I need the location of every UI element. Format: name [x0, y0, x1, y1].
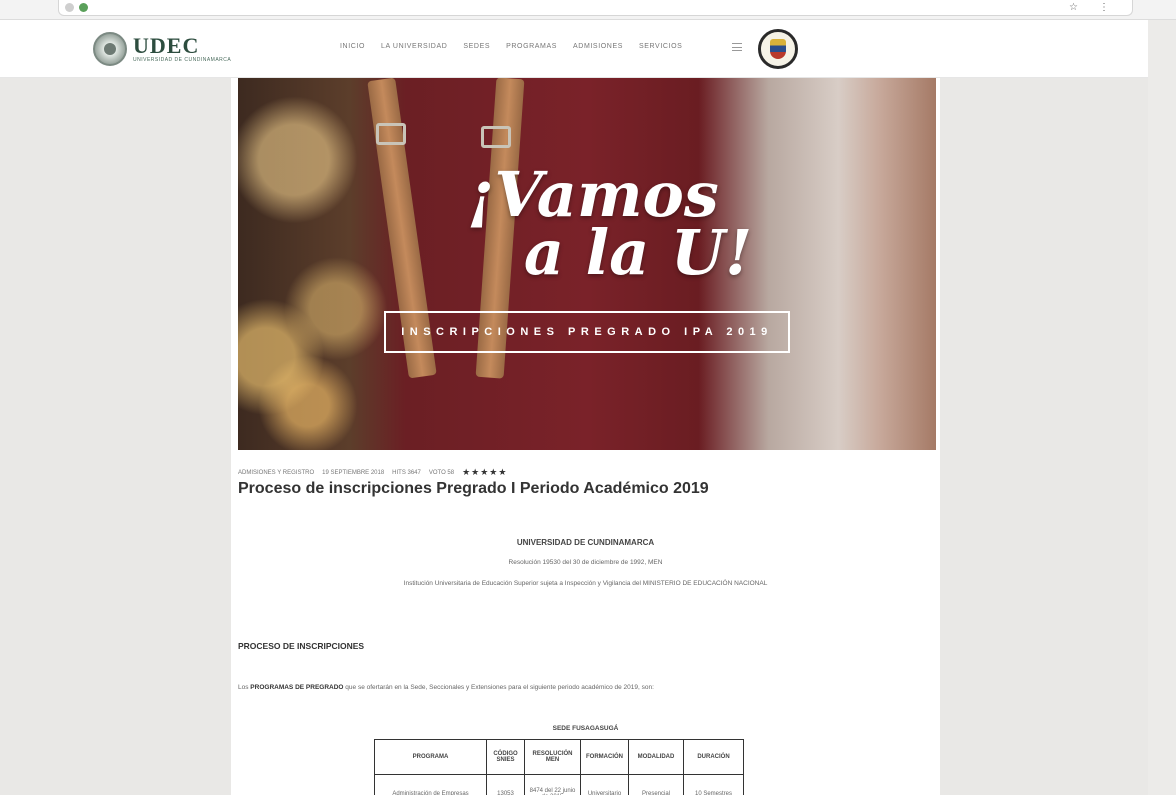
article: ¡Vamos a la U! INSCRIPCIONES PREGRADO IP… [231, 78, 940, 795]
table-row: Administración de Empresas 13053 8474 de… [374, 774, 744, 795]
table-header: DURACIÓN [683, 739, 744, 775]
post-meta: ADMISIONES Y REGISTRO 19 SEPTIEMBRE 2018… [238, 467, 507, 478]
rating-stars[interactable]: ★★★★★ [462, 467, 507, 478]
post-hits: HITS 3647 [392, 469, 421, 476]
intro-suffix: que se ofertarán en la Sede, Seccionales… [345, 684, 654, 691]
hero-banner-text: INSCRIPCIONES PREGRADO IPA 2019 [401, 326, 773, 338]
post-votes: VOTO 58 [428, 469, 455, 476]
page-background-right [1148, 20, 1176, 795]
main-nav: INICIO LA UNIVERSIDAD SEDES PROGRAMAS AD… [340, 43, 682, 50]
table-cell: Presencial [628, 774, 684, 795]
logo-title: UDEC [133, 33, 200, 58]
table-cell: Administración de Empresas [374, 774, 487, 795]
lock-icon [79, 3, 88, 12]
star-icon[interactable]: ☆ [1069, 2, 1078, 13]
table-header: CÓDIGO SNIES [486, 739, 525, 775]
table-header: PROGRAMA [374, 739, 487, 775]
intro-prefix: Los [238, 684, 249, 691]
institution-text: Institución Universitaria de Educación S… [403, 580, 768, 587]
programs-table: PROGRAMA CÓDIGO SNIES RESOLUCIÓN MEN FOR… [374, 739, 744, 795]
buckle [376, 123, 406, 145]
nav-item-inicio[interactable]: INICIO [340, 43, 365, 50]
nav-item-la-universidad[interactable]: LA UNIVERSIDAD [381, 43, 447, 50]
udec-seal-icon [93, 32, 127, 66]
post-date: 19 SEPTIEMBRE 2018 [322, 469, 385, 476]
buckle [481, 126, 511, 148]
udec-logo[interactable]: UDEC UNIVERSIDAD DE CUNDINAMARCA [93, 28, 231, 70]
table-header: MODALIDAD [628, 739, 684, 775]
hero-image: ¡Vamos a la U! INSCRIPCIONES PREGRADO IP… [238, 78, 936, 450]
menu-icon[interactable]: ⋮ [1099, 2, 1109, 13]
table-cell: 10 Semestres [683, 774, 744, 795]
resolution-text: Resolución 19530 del 30 de diciembre de … [508, 559, 663, 566]
intro-text: Los PROGRAMAS DE PREGRADO que se ofertar… [238, 684, 654, 691]
browser-toolbar: ☆ ⋮ [0, 0, 1176, 20]
table-cell: Universitario [580, 774, 629, 795]
nav-item-servicios[interactable]: SERVICIOS [639, 43, 682, 50]
hero-banner: INSCRIPCIONES PREGRADO IPA 2019 [384, 311, 790, 353]
site-header: UDEC UNIVERSIDAD DE CUNDINAMARCA INICIO … [0, 20, 1148, 78]
hamburger-icon[interactable] [732, 43, 742, 51]
address-bar[interactable]: ☆ ⋮ [58, 0, 1133, 16]
hero-title-line2: a la U! [523, 216, 753, 289]
info-icon[interactable] [65, 3, 74, 12]
table-cell: 13053 [486, 774, 525, 795]
nav-item-programas[interactable]: PROGRAMAS [506, 43, 557, 50]
colombia-seal-icon[interactable] [758, 29, 798, 69]
section-heading: PROCESO DE INSCRIPCIONES [238, 641, 365, 651]
nav-item-sedes[interactable]: SEDES [463, 43, 490, 50]
sede-title: SEDE FUSAGASUGÁ [552, 725, 619, 732]
logo-subtitle: UNIVERSIDAD DE CUNDINAMARCA [133, 57, 232, 63]
post-category[interactable]: ADMISIONES Y REGISTRO [238, 470, 314, 476]
hero-title: ¡Vamos a la U! [428, 164, 758, 289]
table-header: RESOLUCIÓN MEN [524, 739, 581, 775]
table-cell: 8474 del 22 junio de 2015 [524, 774, 581, 795]
nav-item-admisiones[interactable]: ADMISIONES [573, 43, 623, 50]
university-name: UNIVERSIDAD DE CUNDINAMARCA [516, 538, 655, 547]
table-header-row: PROGRAMA CÓDIGO SNIES RESOLUCIÓN MEN FOR… [374, 739, 744, 775]
intro-bold: PROGRAMAS DE PREGRADO [250, 684, 344, 691]
table-header: FORMACIÓN [580, 739, 629, 775]
post-title: Proceso de inscripciones Pregrado I Peri… [238, 480, 709, 497]
